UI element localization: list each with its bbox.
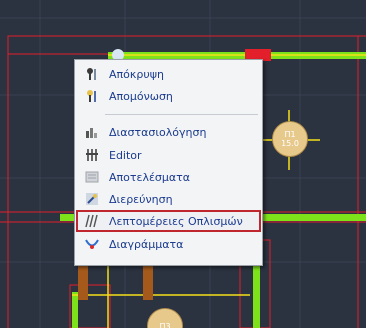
menu-item-label: Διαγράμματα	[109, 237, 184, 251]
menu-separator	[105, 114, 258, 115]
tag-name: Π1	[284, 130, 296, 139]
menu-item-diagrams[interactable]: Διαγράμματα	[77, 234, 260, 254]
menu-item-label: Λεπτομέρειες Οπλισμών	[109, 214, 243, 228]
results-icon	[83, 168, 101, 186]
diagrams-icon	[83, 235, 101, 253]
menu-item-label: Απομόνωση	[109, 89, 173, 103]
menu-item-label: Διερεύνηση	[109, 192, 173, 206]
editor-icon	[83, 146, 101, 164]
hide-icon	[83, 65, 101, 83]
menu-item-label: Απόκρυψη	[109, 67, 164, 81]
dimensioning-icon	[83, 123, 101, 141]
menu-item-editor[interactable]: Editor	[77, 145, 260, 165]
tag-name: Π3	[159, 321, 171, 328]
isolate-icon	[83, 87, 101, 105]
investigation-icon	[83, 190, 101, 208]
menu-item-reinforcement-details[interactable]: Λεπτομέρειες Οπλισμών	[76, 210, 261, 232]
menu-item-hide[interactable]: Απόκρυψη	[77, 64, 260, 84]
menu-item-label: Editor	[109, 148, 142, 162]
cad-canvas[interactable]: Π1 15.0 Π3 Απόκρυψη Απομόνωση Διαστασιολ…	[0, 0, 366, 328]
menu-item-label: Διαστασιολόγηση	[109, 125, 207, 139]
menu-item-isolate[interactable]: Απομόνωση	[77, 86, 260, 106]
menu-item-dimensioning[interactable]: Διαστασιολόγηση	[77, 122, 260, 142]
tag-value: 15.0	[281, 139, 299, 148]
menu-item-label: Αποτελέσματα	[109, 170, 190, 184]
menu-item-results[interactable]: Αποτελέσματα	[77, 167, 260, 187]
reinforcement-details-icon	[83, 212, 101, 230]
context-menu: Απόκρυψη Απομόνωση Διαστασιολόγηση Edito…	[74, 59, 263, 266]
menu-item-investigation[interactable]: Διερεύνηση	[77, 189, 260, 209]
column-tag-p1[interactable]: Π1 15.0	[272, 121, 308, 157]
